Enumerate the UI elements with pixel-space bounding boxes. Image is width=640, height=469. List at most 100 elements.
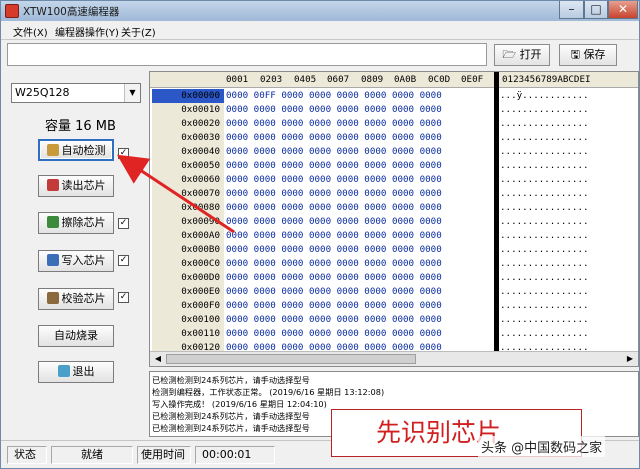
save-button[interactable]: 🖫 保存 [559,44,617,66]
hex-col-header: 0809 [361,74,384,85]
toolbar: 🗁 打开 🖫 保存 [1,39,639,69]
hex-bytes[interactable]: 0000 0000 0000 0000 0000 0000 0000 0000 [226,257,492,270]
menu-programmer-ops[interactable]: 编程器操作(Y) [55,24,119,39]
hex-row[interactable]: 0x00070 0000 0000 0000 0000 0000 0000 000… [150,187,638,201]
hex-bytes[interactable]: 0000 0000 0000 0000 0000 0000 0000 0000 [226,103,492,116]
hex-bytes[interactable]: 0000 0000 0000 0000 0000 0000 0000 0000 [226,131,492,144]
detect-icon [46,144,59,156]
log-line: 已检测检测到24系列芯片，请手动选择型号 [152,411,310,421]
hex-row[interactable]: 0x00110 0000 0000 0000 0000 0000 0000 000… [150,327,638,341]
hex-ascii: ................ [500,132,589,143]
hex-row[interactable]: 0x00080 0000 0000 0000 0000 0000 0000 000… [150,201,638,215]
hex-row[interactable]: 0x00100 0000 0000 0000 0000 0000 0000 000… [150,313,638,327]
hex-col-header: 0001 [226,74,249,85]
hex-row[interactable]: 0x00060 0000 0000 0000 0000 0000 0000 000… [150,173,638,187]
hex-col-header: 0203 [260,74,283,85]
hex-ascii: ................ [500,272,589,283]
erase-chip-button[interactable]: 擦除芯片 [38,212,114,234]
chevron-down-icon[interactable]: ▼ [124,84,140,102]
hex-ascii: ................ [500,258,589,269]
hex-bytes[interactable]: 0000 0000 0000 0000 0000 0000 0000 0000 [226,229,492,242]
open-button[interactable]: 🗁 打开 [494,44,550,66]
hex-bytes[interactable]: 0000 00FF 0000 0000 0000 0000 0000 0000 [226,89,492,102]
close-button[interactable]: ✕ [608,1,638,19]
minimize-button[interactable]: – [559,1,584,19]
hex-bytes[interactable]: 0000 0000 0000 0000 0000 0000 0000 0000 [226,187,492,200]
exit-label: 退出 [72,365,95,378]
hex-col-header: 0E0F [461,74,484,85]
hex-address: 0x00090 [152,215,224,229]
hex-ascii: ...ÿ............ [500,90,589,101]
hex-editor[interactable]: 0001 0203 0405 0607 0809 0A0B 0C0D 0E0F … [149,71,639,367]
hex-address: 0x00070 [152,187,224,201]
hex-bytes[interactable]: 0000 0000 0000 0000 0000 0000 0000 0000 [226,201,492,214]
hex-ascii: ................ [500,300,589,311]
window-title: XTW100高速编程器 [23,6,120,18]
write-chip-checkbox[interactable]: ✓ [118,255,129,266]
scroll-right-icon[interactable]: ▶ [623,353,637,365]
hex-bytes[interactable]: 0000 0000 0000 0000 0000 0000 0000 0000 [226,243,492,256]
hex-bytes[interactable]: 0000 0000 0000 0000 0000 0000 0000 0000 [226,313,492,326]
write-chip-label: 写入芯片 [61,254,106,267]
exit-button[interactable]: 退出 [38,361,114,383]
app-icon [5,4,19,18]
horizontal-scrollbar[interactable]: ◀ ▶ [150,351,638,366]
elapsed-time-label: 使用时间 [137,446,191,464]
hex-row[interactable]: 0x00040 0000 0000 0000 0000 0000 0000 000… [150,145,638,159]
hex-address: 0x00040 [152,145,224,159]
hex-row[interactable]: 0x000B0 0000 0000 0000 0000 0000 0000 000… [150,243,638,257]
hex-address: 0x000A0 [152,229,224,243]
menu-about[interactable]: 关于(Z) [121,24,156,39]
hex-row[interactable]: 0x000D0 0000 0000 0000 0000 0000 0000 000… [150,271,638,285]
hex-bytes[interactable]: 0000 0000 0000 0000 0000 0000 0000 0000 [226,215,492,228]
hex-ascii: ................ [500,216,589,227]
auto-detect-label: 自动检测 [61,144,106,157]
verify-chip-checkbox[interactable]: ✓ [118,292,129,303]
capacity-label: 容量 16 MB [45,119,116,134]
status-label: 状态 [7,446,47,464]
hex-bytes[interactable]: 0000 0000 0000 0000 0000 0000 0000 0000 [226,327,492,340]
title-bar[interactable]: XTW100高速编程器 – □ ✕ [1,1,639,21]
hex-bytes[interactable]: 0000 0000 0000 0000 0000 0000 0000 0000 [226,173,492,186]
hex-row[interactable]: 0x00050 0000 0000 0000 0000 0000 0000 000… [150,159,638,173]
maximize-button[interactable]: □ [584,1,608,19]
hex-address: 0x00100 [152,313,224,327]
menu-file[interactable]: 文件(X) [13,24,48,39]
hex-bytes[interactable]: 0000 0000 0000 0000 0000 0000 0000 0000 [226,159,492,172]
log-line: 检测到编程器，工作状态正常。 (2019/6/16 星期日 13:12:08) [152,387,385,397]
hex-ascii: ................ [500,188,589,199]
hex-bytes[interactable]: 0000 0000 0000 0000 0000 0000 0000 0000 [226,271,492,284]
hex-bytes[interactable]: 0000 0000 0000 0000 0000 0000 0000 0000 [226,145,492,158]
hex-bytes[interactable]: 0000 0000 0000 0000 0000 0000 0000 0000 [226,299,492,312]
write-chip-button[interactable]: 写入芯片 [38,250,114,272]
file-path-field[interactable] [7,43,487,66]
hex-row[interactable]: 0x000F0 0000 0000 0000 0000 0000 0000 000… [150,299,638,313]
hex-row[interactable]: 0x00090 0000 0000 0000 0000 0000 0000 000… [150,215,638,229]
hex-row[interactable]: 0x000C0 0000 0000 0000 0000 0000 0000 000… [150,257,638,271]
hex-bytes[interactable]: 0000 0000 0000 0000 0000 0000 0000 0000 [226,285,492,298]
scroll-left-icon[interactable]: ◀ [151,353,165,365]
hex-row[interactable]: 0x000E0 0000 0000 0000 0000 0000 0000 000… [150,285,638,299]
hex-row[interactable]: 0x000A0 0000 0000 0000 0000 0000 0000 000… [150,229,638,243]
auto-detect-button[interactable]: 自动检测 [38,139,114,161]
hex-row[interactable]: 0x00000 0000 00FF 0000 0000 0000 0000 000… [150,89,638,103]
hex-row[interactable]: 0x00030 0000 0000 0000 0000 0000 0000 000… [150,131,638,145]
auto-detect-checkbox[interactable]: ✓ [118,148,129,159]
hex-ascii: ................ [500,160,589,171]
elapsed-time-value: 00:00:01 [195,446,275,464]
hex-bytes[interactable]: 0000 0000 0000 0000 0000 0000 0000 0000 [226,117,492,130]
hex-row[interactable]: 0x00020 0000 0000 0000 0000 0000 0000 000… [150,117,638,131]
hex-col-header: 0607 [327,74,350,85]
erase-chip-checkbox[interactable]: ✓ [118,218,129,229]
scroll-thumb[interactable] [166,354,416,364]
save-icon: 🖫 [570,48,580,61]
hex-address: 0x000E0 [152,285,224,299]
log-line: 写入操作完成！ (2019/6/16 星期日 12:04:10) [152,399,327,409]
control-panel: W25Q128 ▼ 容量 16 MB 自动检测 ✓ 读出芯片 擦除芯片 ✓ 写入… [5,71,145,436]
verify-chip-button[interactable]: 校验芯片 [38,288,114,310]
hex-row[interactable]: 0x00010 0000 0000 0000 0000 0000 0000 000… [150,103,638,117]
exit-icon [57,365,70,377]
chip-model-select[interactable]: W25Q128 ▼ [11,83,141,103]
read-chip-button[interactable]: 读出芯片 [38,175,114,197]
auto-burn-button[interactable]: 自动烧录 [38,325,114,347]
